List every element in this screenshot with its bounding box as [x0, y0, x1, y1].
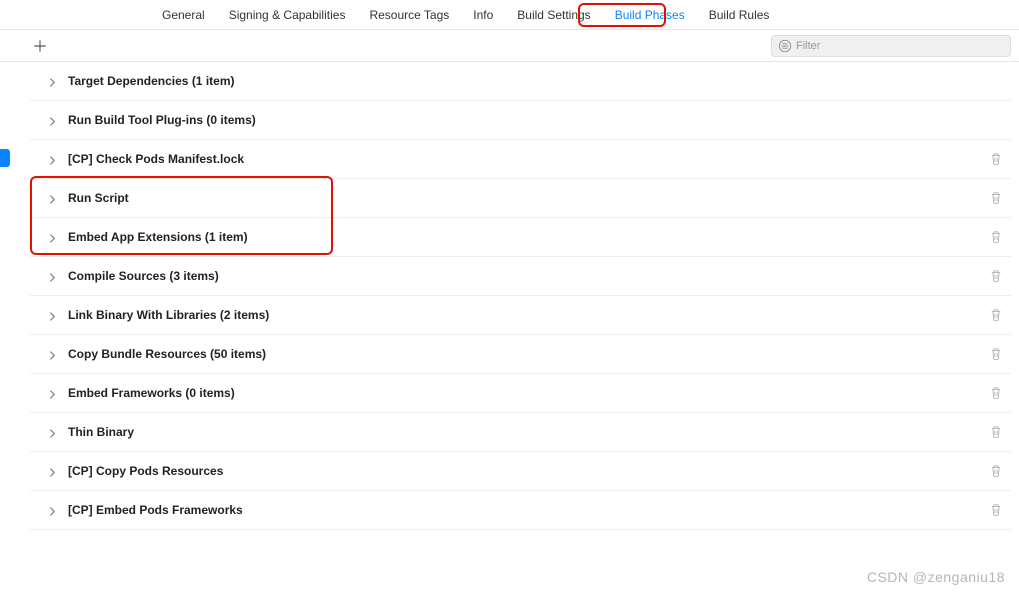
- toolbar: [0, 30, 1019, 62]
- phase-title: Link Binary With Libraries (2 items): [68, 308, 989, 322]
- phase-row[interactable]: Copy Bundle Resources (50 items): [30, 335, 1011, 374]
- tab-info[interactable]: Info: [461, 0, 505, 30]
- add-phase-button[interactable]: [30, 36, 50, 56]
- phase-row[interactable]: Embed App Extensions (1 item): [30, 218, 1011, 257]
- chevron-right-icon[interactable]: [48, 232, 58, 242]
- chevron-right-icon[interactable]: [48, 310, 58, 320]
- chevron-right-icon[interactable]: [48, 193, 58, 203]
- chevron-right-icon[interactable]: [48, 349, 58, 359]
- tab-signing[interactable]: Signing & Capabilities: [217, 0, 358, 30]
- phase-row[interactable]: Run Build Tool Plug-ins (0 items): [30, 101, 1011, 140]
- sidebar-selection-marker: [0, 149, 10, 167]
- phase-title: [CP] Check Pods Manifest.lock: [68, 152, 989, 166]
- chevron-right-icon[interactable]: [48, 505, 58, 515]
- phase-title: Compile Sources (3 items): [68, 269, 989, 283]
- phase-title: Embed Frameworks (0 items): [68, 386, 989, 400]
- phase-title: [CP] Copy Pods Resources: [68, 464, 989, 478]
- phase-row[interactable]: Embed Frameworks (0 items): [30, 374, 1011, 413]
- trash-icon[interactable]: [989, 308, 1003, 322]
- phase-title: Run Build Tool Plug-ins (0 items): [68, 113, 1011, 127]
- trash-icon[interactable]: [989, 503, 1003, 517]
- trash-icon[interactable]: [989, 269, 1003, 283]
- tab-resource-tags[interactable]: Resource Tags: [357, 0, 461, 30]
- chevron-right-icon[interactable]: [48, 154, 58, 164]
- tab-build-phases[interactable]: Build Phases: [603, 0, 697, 30]
- tab-build-settings[interactable]: Build Settings: [505, 0, 602, 30]
- phase-row[interactable]: [CP] Copy Pods Resources: [30, 452, 1011, 491]
- trash-icon[interactable]: [989, 464, 1003, 478]
- chevron-right-icon[interactable]: [48, 76, 58, 86]
- phase-row[interactable]: Thin Binary: [30, 413, 1011, 452]
- phase-row[interactable]: Target Dependencies (1 item): [30, 62, 1011, 101]
- trash-icon[interactable]: [989, 386, 1003, 400]
- trash-icon[interactable]: [989, 152, 1003, 166]
- phase-title: Copy Bundle Resources (50 items): [68, 347, 989, 361]
- phase-title: Run Script: [68, 191, 989, 205]
- tab-build-rules[interactable]: Build Rules: [697, 0, 782, 30]
- filter-box[interactable]: [771, 35, 1011, 57]
- phase-row[interactable]: Link Binary With Libraries (2 items): [30, 296, 1011, 335]
- chevron-right-icon[interactable]: [48, 466, 58, 476]
- phase-title: [CP] Embed Pods Frameworks: [68, 503, 989, 517]
- phase-row[interactable]: [CP] Embed Pods Frameworks: [30, 491, 1011, 530]
- tab-general[interactable]: General: [150, 0, 217, 30]
- chevron-right-icon[interactable]: [48, 271, 58, 281]
- phase-title: Embed App Extensions (1 item): [68, 230, 989, 244]
- filter-input[interactable]: [796, 40, 1004, 52]
- build-phases-list: Target Dependencies (1 item) Run Build To…: [0, 62, 1019, 530]
- chevron-right-icon[interactable]: [48, 427, 58, 437]
- phase-row[interactable]: Compile Sources (3 items): [30, 257, 1011, 296]
- phase-row[interactable]: Run Script: [30, 179, 1011, 218]
- watermark: CSDN @zenganiu18: [867, 569, 1005, 585]
- phase-row[interactable]: [CP] Check Pods Manifest.lock: [30, 140, 1011, 179]
- editor-tabs: General Signing & Capabilities Resource …: [0, 0, 1019, 30]
- filter-icon: [778, 39, 792, 53]
- chevron-right-icon[interactable]: [48, 115, 58, 125]
- trash-icon[interactable]: [989, 191, 1003, 205]
- phase-title: Target Dependencies (1 item): [68, 74, 1011, 88]
- trash-icon[interactable]: [989, 230, 1003, 244]
- trash-icon[interactable]: [989, 347, 1003, 361]
- trash-icon[interactable]: [989, 425, 1003, 439]
- chevron-right-icon[interactable]: [48, 388, 58, 398]
- phase-title: Thin Binary: [68, 425, 989, 439]
